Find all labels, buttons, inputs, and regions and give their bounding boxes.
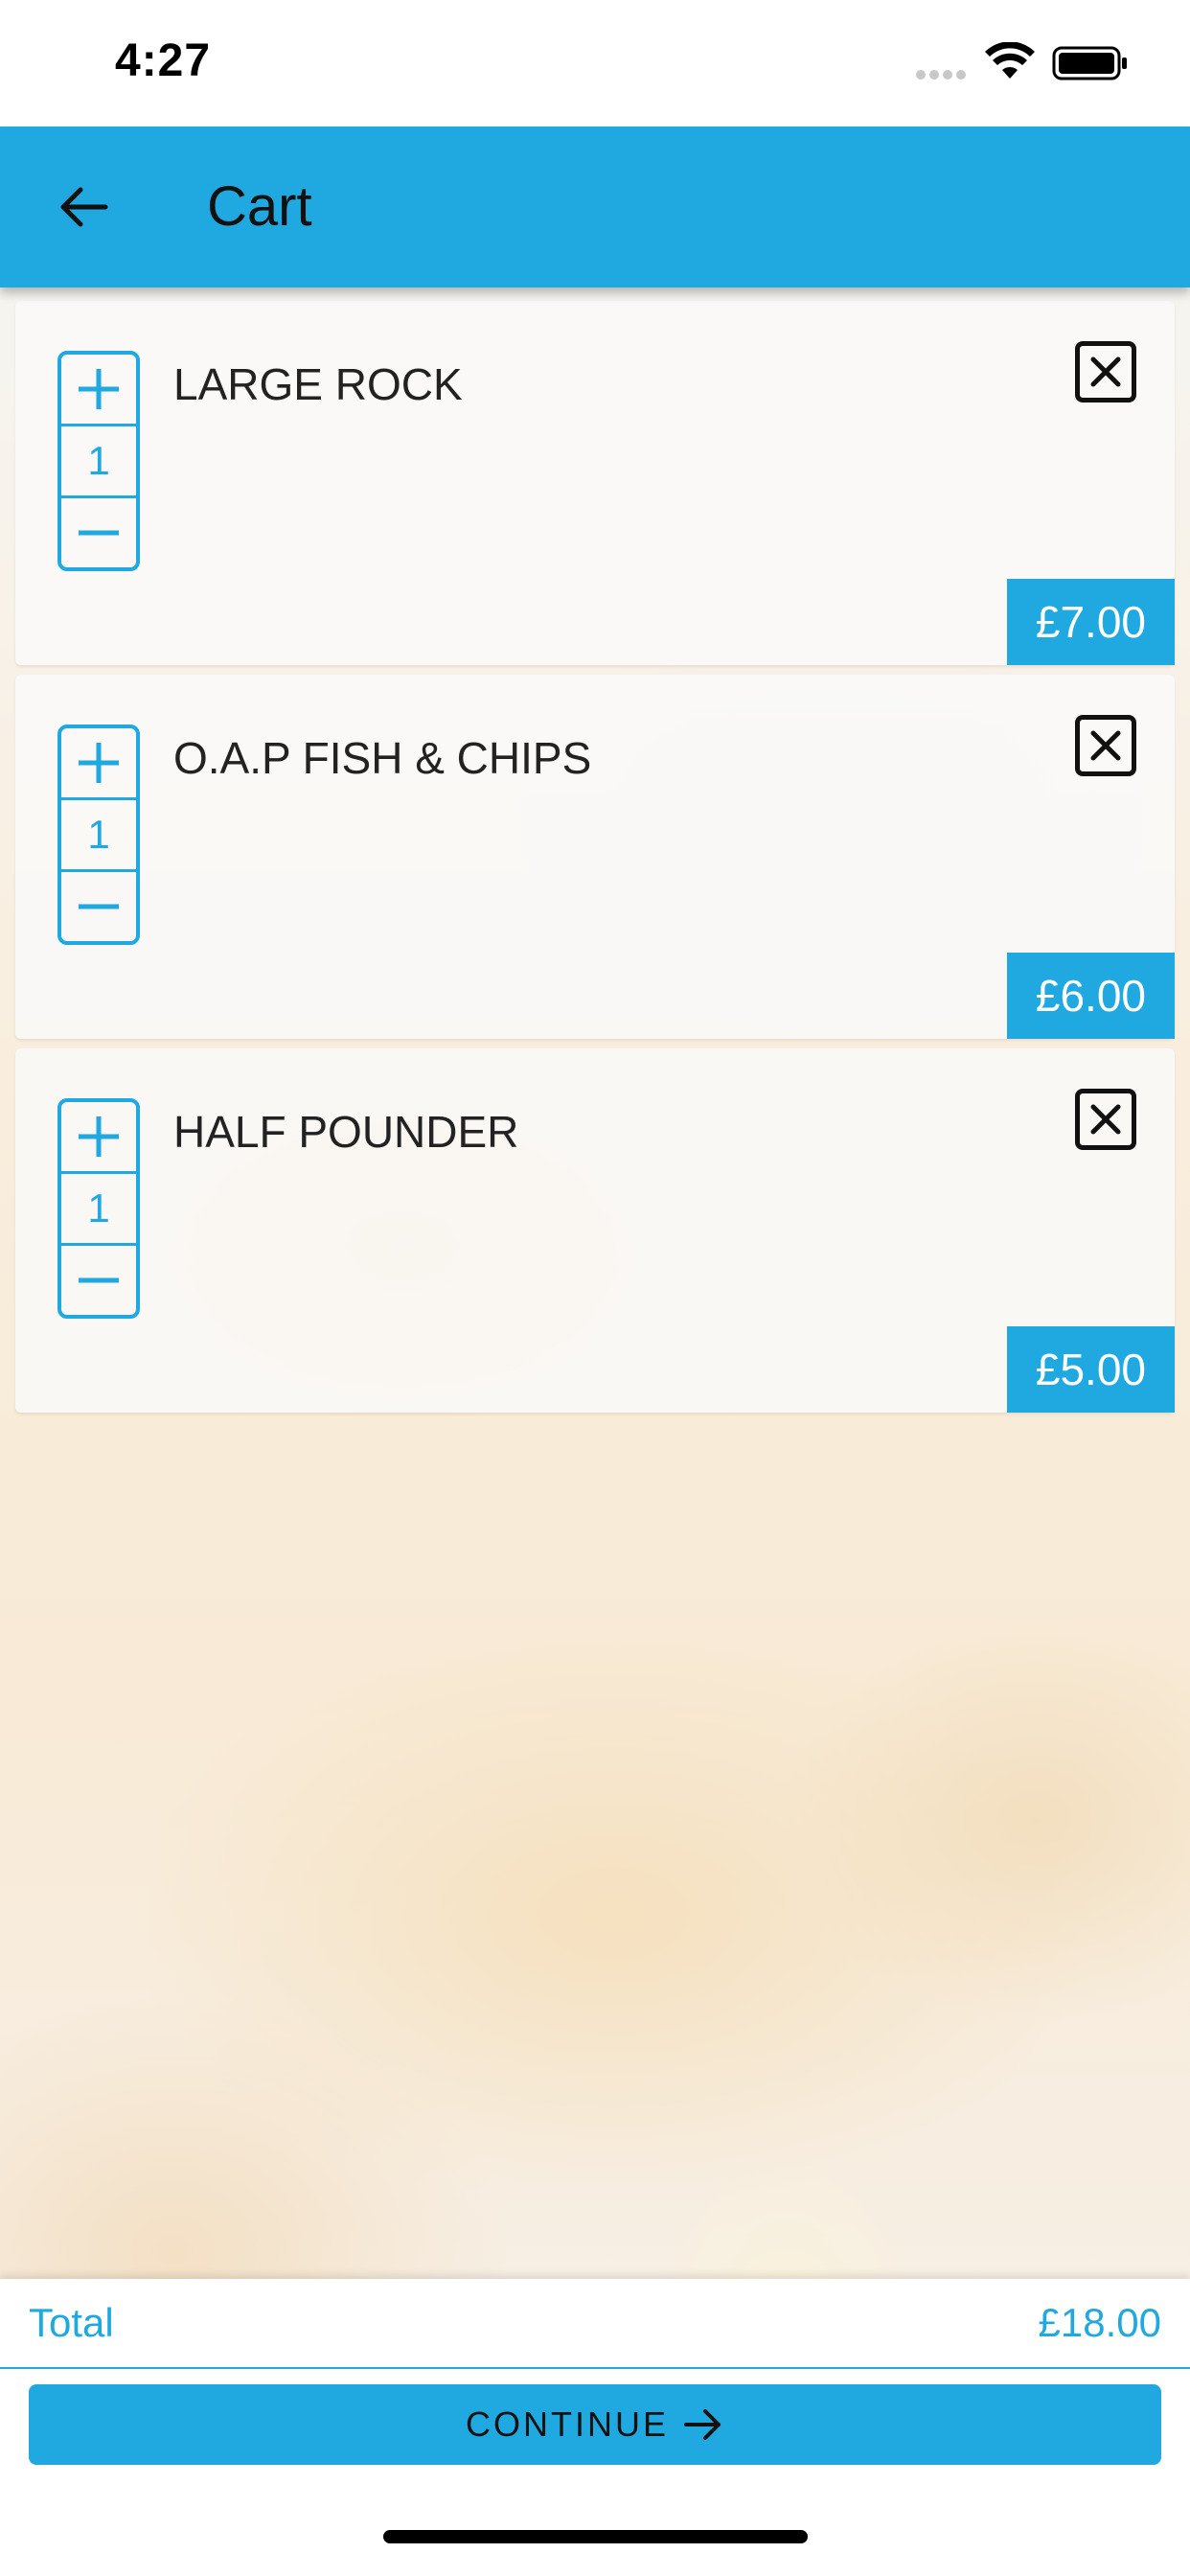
cart-list: 1 LARGE ROCK £7.00 1 O.A.P FISH & CHIPS …	[15, 301, 1175, 1422]
item-price: £6.00	[1006, 953, 1175, 1039]
close-icon	[1090, 730, 1121, 761]
remove-item-button[interactable]	[1075, 341, 1136, 402]
increment-button[interactable]	[61, 1102, 136, 1171]
plus-icon	[79, 369, 119, 409]
cart-item: 1 HALF POUNDER £5.00	[15, 1048, 1175, 1413]
back-button[interactable]	[44, 169, 121, 245]
close-icon	[1090, 1104, 1121, 1135]
battery-icon	[1052, 46, 1127, 80]
plus-icon	[79, 1116, 119, 1157]
item-name: O.A.P FISH & CHIPS	[173, 733, 592, 783]
status-bar: 4:27	[0, 0, 1190, 126]
minus-icon	[79, 530, 119, 536]
decrement-button[interactable]	[61, 872, 136, 941]
page-title: Cart	[207, 175, 312, 238]
plus-icon	[79, 743, 119, 783]
item-price: £7.00	[1006, 579, 1175, 665]
quantity-stepper: 1	[57, 724, 140, 945]
decrement-button[interactable]	[61, 1246, 136, 1315]
wifi-icon	[985, 42, 1035, 79]
status-time: 4:27	[115, 35, 212, 86]
minus-icon	[79, 1277, 119, 1283]
cart-item: 1 LARGE ROCK £7.00	[15, 301, 1175, 665]
quantity-stepper: 1	[57, 351, 140, 571]
arrow-right-icon	[684, 2409, 721, 2440]
cart-item: 1 O.A.P FISH & CHIPS £6.00	[15, 675, 1175, 1039]
continue-button[interactable]: CONTINUE	[29, 2384, 1161, 2465]
close-icon	[1090, 356, 1121, 387]
cellular-signal-icon	[916, 67, 973, 80]
remove-item-button[interactable]	[1075, 1089, 1136, 1150]
quantity-value: 1	[61, 797, 136, 872]
total-value: £18.00	[1038, 2300, 1161, 2345]
quantity-value: 1	[61, 424, 136, 498]
total-row: Total £18.00	[0, 2279, 1190, 2369]
total-label: Total	[29, 2300, 114, 2345]
home-indicator[interactable]	[383, 2530, 808, 2543]
decrement-button[interactable]	[61, 498, 136, 567]
continue-label: CONTINUE	[466, 2404, 669, 2444]
item-name: LARGE ROCK	[173, 359, 463, 409]
increment-button[interactable]	[61, 728, 136, 797]
quantity-value: 1	[61, 1171, 136, 1246]
app-header: Cart	[0, 126, 1190, 288]
remove-item-button[interactable]	[1075, 715, 1136, 776]
item-price: £5.00	[1006, 1326, 1175, 1413]
minus-icon	[79, 904, 119, 909]
arrow-left-icon	[60, 187, 108, 227]
quantity-stepper: 1	[57, 1098, 140, 1319]
item-name: HALF POUNDER	[173, 1107, 519, 1157]
increment-button[interactable]	[61, 355, 136, 424]
